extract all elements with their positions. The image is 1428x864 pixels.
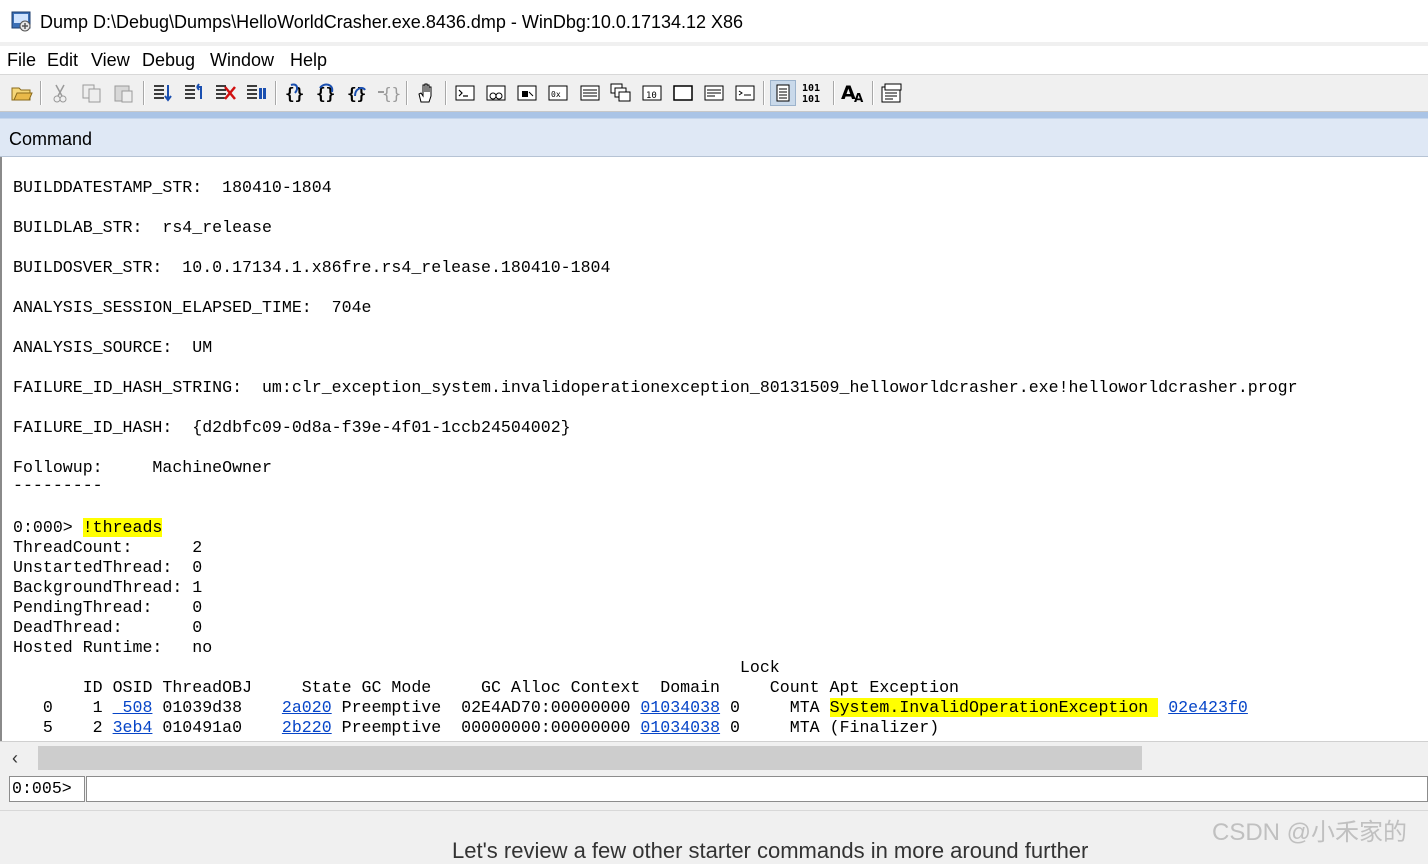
horizontal-scrollbar[interactable]: ‹	[0, 741, 1428, 774]
menu-edit[interactable]: Edit	[47, 50, 78, 71]
hex-binary-icon[interactable]: 101 101	[801, 80, 827, 106]
hand-source-mode-icon[interactable]	[413, 80, 439, 106]
copy-icon[interactable]	[79, 80, 105, 106]
lock-count-apt: 0 MTA	[720, 718, 830, 737]
locals-window-icon[interactable]	[514, 80, 540, 106]
output-line: FAILURE_ID_HASH: {d2dbfc09-0d8a-f39e-4f0…	[13, 418, 571, 437]
command-panel-header: Command	[0, 112, 1428, 157]
font-icon[interactable]: AA	[840, 80, 866, 106]
scroll-left-icon[interactable]: ‹	[12, 748, 18, 769]
output-line: ---------	[13, 476, 103, 495]
thread-obj: 010491a0	[152, 718, 282, 737]
command-prompt-label: 0:005>	[9, 776, 85, 802]
call-stack-icon[interactable]	[608, 80, 634, 106]
thread-index: 0 1	[13, 698, 113, 717]
svg-text:{}: {}	[285, 84, 304, 103]
table-header: Lock	[13, 658, 780, 677]
exception-name: System.InvalidOperationException	[829, 698, 1149, 717]
output-line: FAILURE_ID_HASH_STRING: um:clr_exception…	[13, 378, 1298, 397]
state-link[interactable]: 2b220	[282, 718, 332, 737]
command-output[interactable]: BUILDDATESTAMP_STR: 180410-1804 BUILDLAB…	[0, 157, 1428, 741]
svg-text:0x: 0x	[551, 90, 561, 99]
thread-summary-line: DeadThread: 0	[13, 618, 203, 637]
domain-link[interactable]: 01034038	[640, 718, 720, 737]
toolbar: {} {} {} {} 0x 10 101 101 A A	[0, 74, 1428, 112]
source-mode-icon[interactable]	[770, 80, 796, 106]
watch-window-icon[interactable]	[483, 80, 509, 106]
thread-summary-line: Hosted Runtime: no	[13, 638, 213, 657]
registers-window-icon[interactable]: 0x	[545, 80, 571, 106]
windbg-app-icon	[11, 11, 31, 32]
paste-icon[interactable]	[111, 80, 137, 106]
output-line: BUILDDATESTAMP_STR: 180410-1804	[13, 178, 332, 197]
output-line: ANALYSIS_SESSION_ELAPSED_TIME: 704e	[13, 298, 372, 317]
memory-window-icon[interactable]	[577, 80, 603, 106]
menu-window[interactable]: Window	[210, 50, 274, 71]
command-input-row: 0:005>	[0, 773, 1428, 803]
output-line: ANALYSIS_SOURCE: UM	[13, 338, 213, 357]
command-window-icon[interactable]	[452, 80, 478, 106]
domain-link[interactable]: 01034038	[640, 698, 720, 717]
menu-bar: File Edit View Debug Window Help	[0, 46, 1428, 74]
properties-icon[interactable]	[879, 80, 905, 106]
run-to-cursor-icon[interactable]: {}	[375, 80, 401, 106]
svg-text:A: A	[854, 91, 864, 105]
disassembly-icon[interactable]: 10	[639, 80, 665, 106]
table-header: ID OSID ThreadOBJ State GC Mode GC Alloc…	[13, 678, 959, 697]
menu-file[interactable]: File	[7, 50, 36, 71]
threads-command: !threads	[82, 518, 163, 537]
osid-link[interactable]: 3eb4	[113, 718, 153, 737]
exception-name: (Finalizer)	[829, 718, 940, 737]
open-icon[interactable]	[9, 80, 35, 106]
svg-text:101: 101	[802, 94, 820, 104]
step-into-icon[interactable]: {}	[282, 80, 308, 106]
step-over-icon[interactable]: {}	[313, 80, 339, 106]
svg-text:{}: {}	[382, 84, 400, 103]
thread-summary-line: UnstartedThread: 0	[13, 558, 203, 577]
table-row: 0 1 508 01039d38 2a020 Preemptive 02E4AD…	[13, 698, 1248, 718]
processes-threads-icon[interactable]	[701, 80, 727, 106]
output-line: BUILDLAB_STR: rs4_release	[13, 218, 272, 237]
menu-view[interactable]: View	[91, 50, 130, 71]
underlying-page-text: Let's review a few other starter command…	[452, 838, 1089, 863]
command-input[interactable]	[86, 776, 1428, 802]
scratch-pad-icon[interactable]	[670, 80, 696, 106]
exception-address-link[interactable]: 02e423f0	[1168, 698, 1248, 717]
svg-text:101: 101	[802, 83, 820, 94]
svg-text:10: 10	[646, 91, 657, 101]
output-line: BUILDOSVER_STR: 10.0.17134.1.x86fre.rs4_…	[13, 258, 611, 277]
lock-count-apt: 0 MTA	[720, 698, 830, 717]
restart-icon[interactable]	[181, 80, 207, 106]
thread-index: 5 2	[13, 718, 113, 737]
go-icon[interactable]	[150, 80, 176, 106]
window-title: Dump D:\Debug\Dumps\HelloWorldCrasher.ex…	[40, 12, 744, 32]
panel-title: Command	[9, 129, 93, 149]
prompt-line: 0:000> !threads	[13, 518, 163, 538]
output-line: Followup: MachineOwner	[13, 458, 272, 477]
gc-mode: Preemptive 02E4AD70:00000000	[331, 698, 641, 717]
scroll-thumb[interactable]	[38, 746, 1142, 770]
break-icon[interactable]	[243, 80, 269, 106]
menu-help[interactable]: Help	[290, 50, 327, 71]
title-bar: Dump D:\Debug\Dumps\HelloWorldCrasher.ex…	[0, 0, 1428, 42]
cut-icon[interactable]	[47, 80, 73, 106]
thread-summary-line: BackgroundThread: 1	[13, 578, 203, 597]
menu-debug[interactable]: Debug	[142, 50, 195, 71]
thread-summary-line: PendingThread: 0	[13, 598, 203, 617]
state-link[interactable]: 2a020	[282, 698, 332, 717]
table-row: 5 2 3eb4 010491a0 2b220 Preemptive 00000…	[13, 718, 939, 738]
svg-text:{}: {}	[347, 84, 366, 103]
osid-link[interactable]: 508	[113, 698, 153, 717]
options-icon[interactable]	[732, 80, 758, 106]
step-out-icon[interactable]: {}	[344, 80, 370, 106]
watermark: CSDN @小禾家的	[1212, 819, 1408, 846]
stop-debugging-icon[interactable]	[212, 80, 238, 106]
thread-summary-line: ThreadCount: 2	[13, 538, 203, 557]
thread-obj: 01039d38	[152, 698, 282, 717]
prompt-text: 0:000>	[13, 518, 83, 537]
gc-mode: Preemptive 00000000:00000000	[331, 718, 641, 737]
